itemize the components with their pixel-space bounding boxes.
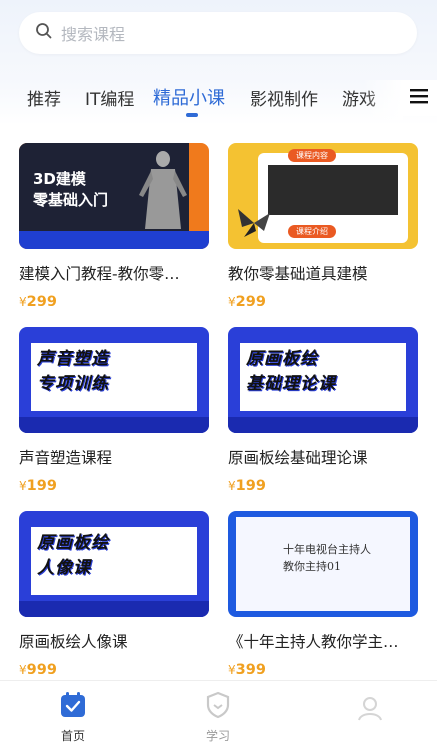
tabs-fade [363,80,403,120]
course-thumbnail: 3D建模 零基础入门 [19,143,209,249]
course-card[interactable]: 课程内容 课程介绍 教你零基础道具建模 ¥299 [228,143,418,310]
course-price: ¥999 [19,662,209,678]
course-title: 原画板绘人像课 [19,633,128,651]
currency-symbol: ¥ [19,663,27,677]
course-card[interactable]: 十年电视台主持人 教你主持01 《十年主持人教你学主… ¥399 [228,511,418,678]
tab-recommend[interactable]: 推荐 [27,85,61,110]
tab-profile[interactable] [330,695,410,725]
thumbnail-text: 课程介绍 [288,225,336,238]
thumbnail-text: 原画板绘 [37,533,109,553]
course-title: 声音塑造课程 [19,449,113,467]
tab-study-label: 学习 [205,729,230,743]
search-bar[interactable]: 搜索课程 [19,12,417,54]
menu-icon [410,88,428,108]
course-title: 教你零基础道具建模 [228,265,368,283]
course-price: ¥399 [228,662,418,678]
price-value: 399 [235,662,266,678]
price-value: 199 [26,478,57,494]
tab-boutique-courses[interactable]: 精品小课 [153,84,225,110]
price-value: 299 [235,294,266,310]
active-tab-indicator [186,113,198,117]
butterfly-icon [238,209,270,237]
thumbnail-text: 3D建模 [33,170,86,188]
profile-icon [357,697,383,725]
thumbnail-text: 教你主持01 [283,560,341,573]
course-title: 原画板绘基础理论课 [228,449,368,467]
thumbnail-text: 基础理论课 [246,374,336,394]
course-thumbnail: 十年电视台主持人 教你主持01 [228,511,418,617]
tab-home[interactable]: 首页 [33,691,113,744]
currency-symbol: ¥ [19,479,27,493]
currency-symbol: ¥ [228,663,236,677]
tab-home-label: 首页 [60,729,85,743]
price-value: 299 [26,294,57,310]
price-value: 999 [26,662,57,678]
course-card[interactable]: 3D建模 零基础入门 建模入门教程-教你零… ¥299 [19,143,209,310]
calendar-check-icon [59,692,87,723]
statue-figure-icon [139,151,187,229]
thumbnail-text: 零基础入门 [33,191,109,209]
thumbnail-text: 课程内容 [288,149,336,162]
currency-symbol: ¥ [228,479,236,493]
bottom-tab-bar: 首页 学习 [0,680,437,747]
shield-icon [205,691,231,723]
thumbnail-text: 人像课 [37,558,91,578]
search-placeholder: 搜索课程 [61,25,126,44]
currency-symbol: ¥ [228,295,236,309]
course-price: ¥299 [228,294,418,310]
course-thumbnail: 原画板绘 人像课 [19,511,209,617]
thumbnail-text: 原画板绘 [246,349,318,369]
thumbnail-text: 专项训练 [37,374,109,394]
course-card[interactable]: 原画板绘 人像课 原画板绘人像课 ¥999 [19,511,209,678]
course-price: ¥199 [228,478,418,494]
course-card[interactable]: 原画板绘 基础理论课 原画板绘基础理论课 ¥199 [228,327,418,494]
tab-film-production[interactable]: 影视制作 [250,85,318,110]
course-thumbnail: 课程内容 课程介绍 [228,143,418,249]
course-title: 建模入门教程-教你零… [19,265,180,283]
tab-it-programming[interactable]: IT编程 [85,85,134,110]
course-price: ¥299 [19,294,209,310]
menu-button[interactable] [401,80,437,116]
price-value: 199 [235,478,266,494]
course-thumbnail: 声音塑造 专项训练 [19,327,209,433]
course-title: 《十年主持人教你学主… [228,633,399,651]
thumbnail-text: 声音塑造 [37,349,109,369]
currency-symbol: ¥ [19,295,27,309]
tab-study[interactable]: 学习 [178,691,258,744]
thumbnail-text: 十年电视台主持人 [283,543,371,556]
course-price: ¥199 [19,478,209,494]
course-thumbnail: 原画板绘 基础理论课 [228,327,418,433]
search-icon [35,22,53,44]
course-card[interactable]: 声音塑造 专项训练 声音塑造课程 ¥199 [19,327,209,494]
category-tabs: 推荐 IT编程 精品小课 影视制作 游戏 [0,80,437,120]
